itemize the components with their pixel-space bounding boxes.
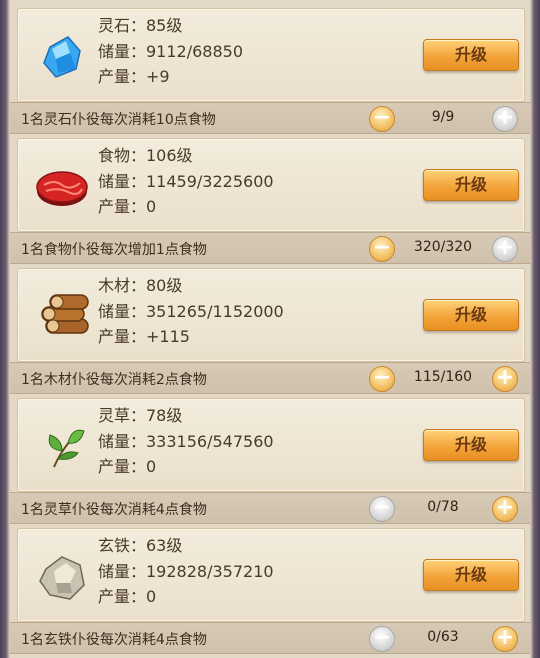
minus-button[interactable]: − (369, 236, 395, 262)
resource-card: 灵草：78级 储量：333156/547560 产量：0 升级 (17, 398, 525, 492)
servant-row: 1名木材仆役每次消耗2点食物 − 115/160 + (10, 362, 530, 394)
resource-block-herb: 灵草：78级 储量：333156/547560 产量：0 升级 1名灵草仆役每次… (10, 398, 530, 528)
upgrade-button[interactable]: 升级 (423, 169, 519, 201)
resource-card: 灵石：85级 储量：9112/68850 产量：+9 升级 (17, 8, 525, 102)
resource-output: 产量：0 (98, 587, 157, 606)
resource-level: 玄铁：63级 (98, 536, 183, 555)
servant-description: 1名灵草仆役每次消耗4点食物 (21, 502, 207, 518)
servant-count: 0/63 (427, 629, 459, 645)
minus-button[interactable]: − (369, 106, 395, 132)
resource-card: 食物：106级 储量：11459/3225600 产量：0 升级 (17, 138, 525, 232)
resource-output: 产量：0 (98, 457, 157, 476)
resource-panel: 灵石：85级 储量：9112/68850 产量：+9 升级 1名灵石仆役每次消耗… (0, 0, 540, 658)
resource-output: 产量：0 (98, 197, 157, 216)
resource-storage: 储量：333156/547560 (98, 431, 274, 451)
resource-output: 产量：+9 (98, 67, 170, 86)
resource-card: 玄铁：63级 储量：192828/357210 产量：0 升级 (17, 528, 525, 622)
meat-icon (32, 159, 92, 215)
herb-leaf-icon (32, 419, 92, 475)
resource-level: 灵石：85级 (98, 16, 183, 35)
servant-row: 1名灵草仆役每次消耗4点食物 − 0/78 + (10, 492, 530, 524)
resource-card: 木材：80级 储量：351265/1152000 产量：+115 升级 (17, 268, 525, 362)
resource-level: 木材：80级 (98, 276, 183, 295)
servant-count: 115/160 (413, 369, 473, 385)
servant-description: 1名食物仆役每次增加1点食物 (21, 242, 207, 258)
minus-button[interactable]: − (369, 626, 395, 652)
upgrade-button[interactable]: 升级 (423, 39, 519, 71)
upgrade-button[interactable]: 升级 (423, 559, 519, 591)
plus-button[interactable]: + (492, 366, 518, 392)
resource-output: 产量：+115 (98, 327, 190, 346)
servant-row: 1名玄铁仆役每次消耗4点食物 − 0/63 + (10, 622, 530, 654)
resource-block-lingshi: 灵石：85级 储量：9112/68850 产量：+9 升级 1名灵石仆役每次消耗… (10, 8, 530, 138)
resource-storage: 储量：192828/357210 (98, 561, 274, 581)
minus-button[interactable]: − (369, 366, 395, 392)
servant-description: 1名玄铁仆役每次消耗4点食物 (21, 632, 207, 648)
plus-button[interactable]: + (492, 236, 518, 262)
resource-storage: 储量：351265/1152000 (98, 301, 284, 321)
resource-block-iron: 玄铁：63级 储量：192828/357210 产量：0 升级 1名玄铁仆役每次… (10, 528, 530, 658)
resource-storage: 储量：11459/3225600 (98, 171, 274, 191)
plus-button[interactable]: + (492, 496, 518, 522)
servant-row: 1名灵石仆役每次消耗10点食物 − 9/9 + (10, 102, 530, 134)
upgrade-button[interactable]: 升级 (423, 299, 519, 331)
blue-crystal-icon (32, 29, 92, 85)
servant-count: 0/78 (427, 499, 459, 515)
resource-storage: 储量：9112/68850 (98, 41, 244, 61)
plus-button[interactable]: + (492, 626, 518, 652)
servant-description: 1名灵石仆役每次消耗10点食物 (21, 112, 216, 128)
servant-row: 1名食物仆役每次增加1点食物 − 320/320 + (10, 232, 530, 264)
resource-level: 灵草：78级 (98, 406, 183, 425)
servant-description: 1名木材仆役每次消耗2点食物 (21, 372, 207, 388)
servant-count: 9/9 (431, 109, 455, 125)
resource-block-wood: 木材：80级 储量：351265/1152000 产量：+115 升级 1名木材… (10, 268, 530, 398)
resource-level: 食物：106级 (98, 146, 193, 165)
minus-button[interactable]: − (369, 496, 395, 522)
resource-block-food: 食物：106级 储量：11459/3225600 产量：0 升级 1名食物仆役每… (10, 138, 530, 268)
plus-button[interactable]: + (492, 106, 518, 132)
servant-count: 320/320 (413, 239, 473, 255)
upgrade-button[interactable]: 升级 (423, 429, 519, 461)
iron-ore-icon (32, 549, 92, 605)
wood-logs-icon (32, 289, 92, 345)
